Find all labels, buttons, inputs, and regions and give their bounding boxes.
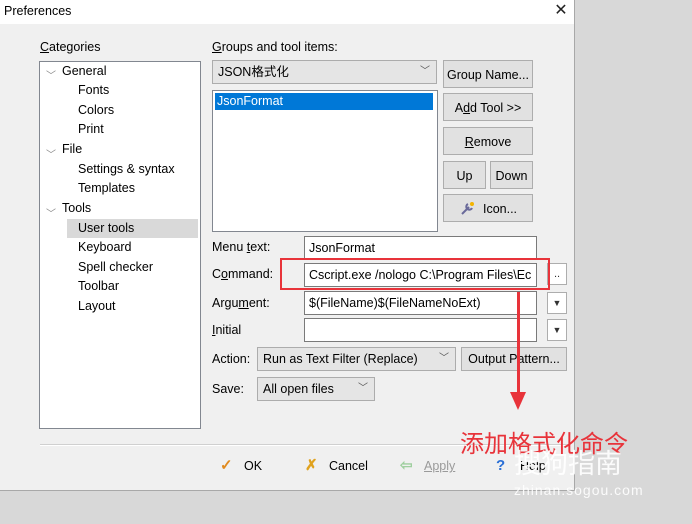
remove-label-mnemonic: R xyxy=(464,135,474,149)
groups-label-mnemonic: G xyxy=(212,40,222,54)
chevron-down-icon: ﹀ xyxy=(439,353,449,364)
add-tool-label-mnemonic: d xyxy=(463,101,471,115)
ok-label: OK xyxy=(244,459,263,473)
add-tool-label-rest: d Tool >> xyxy=(470,101,522,115)
tree-item-colors[interactable]: Colors xyxy=(78,101,114,120)
title-bar: Preferences ✕ xyxy=(0,0,574,24)
command-label-pre: C xyxy=(212,267,222,281)
group-select-value: JSON格式化 xyxy=(218,65,289,79)
tree-item-settings-syntax[interactable]: Settings & syntax xyxy=(78,160,175,179)
annotation-arrow-head xyxy=(510,392,526,410)
command-browse-button[interactable]: .. xyxy=(547,263,567,285)
tree-item-spell-checker[interactable]: Spell checker xyxy=(78,258,153,277)
preferences-dialog: Preferences ✕ Categories ﹀ General Fonts… xyxy=(0,0,575,491)
cancel-x-icon: ✗ xyxy=(305,457,318,474)
command-label-post: mmand: xyxy=(227,267,274,281)
chevron-down-icon[interactable]: ﹀ xyxy=(46,146,56,161)
groups-label: Groups and tool items: xyxy=(212,40,338,54)
watermark-text: 搜狗指南 xyxy=(514,449,622,480)
chevron-down-icon[interactable]: ﹀ xyxy=(46,205,56,220)
checkmark-icon: ✓ xyxy=(220,457,233,474)
action-select[interactable]: Run as Text Filter (Replace) ﹀ xyxy=(257,347,456,371)
command-label: Command: xyxy=(212,267,273,281)
menu-text-field[interactable]: JsonFormat xyxy=(304,236,537,260)
tool-items-list[interactable]: JsonFormat xyxy=(212,90,438,232)
categories-label-mnemonic: C xyxy=(40,40,50,54)
argument-label: Argument: xyxy=(212,296,270,310)
add-tool-button[interactable]: Add Tool >> xyxy=(443,93,533,121)
remove-label-rest: emove xyxy=(473,135,512,149)
tree-item-fonts[interactable]: Fonts xyxy=(78,81,109,100)
up-button[interactable]: Up xyxy=(443,161,486,189)
save-select[interactable]: All open files ﹀ xyxy=(257,377,375,401)
initial-label: Initial xyxy=(212,323,241,337)
tree-item-keyboard[interactable]: Keyboard xyxy=(78,238,132,257)
categories-tree[interactable]: ﹀ General Fonts Colors Print ﹀ File Sett… xyxy=(39,61,201,429)
tree-item-print[interactable]: Print xyxy=(78,120,104,139)
menu-text-label-post: ext: xyxy=(250,240,271,254)
watermark-url: zhinan.sogou.com xyxy=(514,482,644,498)
list-item[interactable]: JsonFormat xyxy=(215,93,433,110)
action-select-value: Run as Text Filter (Replace) xyxy=(263,352,418,366)
add-tool-label-a: A xyxy=(454,101,464,115)
initial-dropdown-button[interactable]: ▼ xyxy=(547,319,567,341)
tree-item-layout[interactable]: Layout xyxy=(78,297,116,316)
wrench-icon xyxy=(461,202,474,215)
save-label: Save: xyxy=(212,382,244,396)
initial-label-rest: nitial xyxy=(215,323,242,337)
save-select-value: All open files xyxy=(263,382,334,396)
annotation-highlight-box xyxy=(280,258,550,290)
group-select[interactable]: JSON格式化 ﹀ xyxy=(212,60,437,84)
tree-item-file[interactable]: File xyxy=(62,140,82,159)
argument-label-pre: Argu xyxy=(212,296,239,310)
close-icon[interactable]: ✕ xyxy=(548,0,574,24)
chevron-down-icon: ﹀ xyxy=(358,383,368,394)
categories-label: Categories xyxy=(40,40,100,54)
apply-button[interactable]: ⇦ Apply xyxy=(400,454,455,478)
cancel-button[interactable]: ✗ Cancel xyxy=(305,454,368,478)
tree-item-templates[interactable]: Templates xyxy=(78,179,135,198)
argument-dropdown-button[interactable]: ▼ xyxy=(547,292,567,314)
icon-button-label: Icon... xyxy=(482,202,518,216)
annotation-arrow-shaft xyxy=(517,292,520,396)
tree-item-user-tools[interactable]: User tools xyxy=(67,219,198,238)
arrow-left-icon: ⇦ xyxy=(400,457,413,474)
argument-label-post: ent: xyxy=(248,296,270,310)
tree-item-toolbar[interactable]: Toolbar xyxy=(78,277,119,296)
apply-label: Apply xyxy=(424,459,456,473)
action-label: Action: xyxy=(212,352,251,366)
groups-label-text: roups and tool items: xyxy=(221,40,338,54)
cancel-label: Cancel xyxy=(329,459,368,473)
tree-item-general[interactable]: General xyxy=(62,62,106,81)
categories-label-text: ategories xyxy=(49,40,101,54)
argument-field[interactable]: $(FileName)$(FileNameNoExt) xyxy=(304,291,537,315)
chevron-down-icon: ﹀ xyxy=(420,66,430,77)
ok-button[interactable]: ✓ OK xyxy=(220,454,262,478)
group-name-button[interactable]: Group Name... xyxy=(443,60,533,88)
down-button[interactable]: Down xyxy=(490,161,533,189)
chevron-down-icon[interactable]: ﹀ xyxy=(46,67,56,82)
initial-field[interactable] xyxy=(304,318,537,342)
menu-text-label: Menu text: xyxy=(212,240,270,254)
output-pattern-button[interactable]: Output Pattern... xyxy=(461,347,567,371)
tree-item-tools[interactable]: Tools xyxy=(62,199,91,218)
menu-text-label-pre: Menu xyxy=(212,240,247,254)
icon-button[interactable]: Icon... xyxy=(443,194,533,222)
command-label-mnemonic: o xyxy=(221,267,228,281)
remove-button[interactable]: Remove xyxy=(443,127,533,155)
argument-label-mnemonic: m xyxy=(238,296,249,310)
window-title: Preferences xyxy=(4,4,72,18)
